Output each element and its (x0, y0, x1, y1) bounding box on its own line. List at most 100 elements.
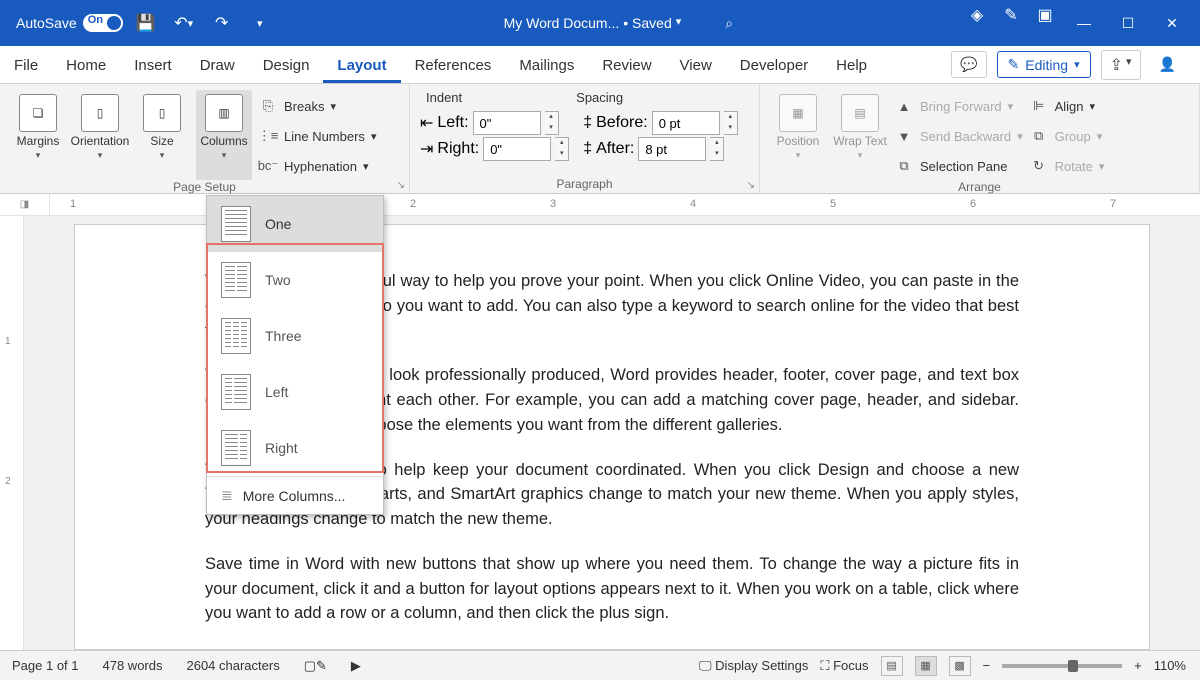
columns-option-three[interactable]: Three (207, 308, 383, 364)
paragraph[interactable]: Save time in Word with new buttons that … (205, 552, 1019, 626)
paragraph-launcher[interactable]: ↘ (747, 180, 755, 191)
spinner-icon[interactable]: ▴▾ (545, 111, 559, 135)
hyphenation-button[interactable]: bc⁻Hyphenation ▾ (258, 152, 376, 180)
breaks-icon: ⎘ (258, 98, 278, 114)
size-icon: ▯ (143, 94, 181, 132)
redo-icon[interactable]: ↷ (207, 8, 237, 38)
line-numbers-button[interactable]: ⋮≡Line Numbers ▾ (258, 122, 376, 150)
read-mode-button[interactable]: ▤ (881, 656, 903, 676)
tab-layout[interactable]: Layout (323, 47, 400, 83)
orientation-button[interactable]: ▯ Orientation▾ (72, 90, 128, 180)
breaks-button[interactable]: ⎘Breaks ▾ (258, 92, 376, 120)
page-count[interactable]: Page 1 of 1 (0, 658, 91, 673)
editing-mode-button[interactable]: ✎ Editing ▾ (997, 51, 1091, 78)
display-settings-button[interactable]: 🖵 Display Settings (699, 658, 808, 674)
ruler-tick: 4 (690, 198, 696, 210)
tab-insert[interactable]: Insert (120, 47, 186, 83)
spacing-before-field[interactable]: ‡Before:▴▾ (583, 111, 738, 135)
spinner-icon[interactable]: ▴▾ (710, 137, 724, 161)
columns-option-right[interactable]: Right (207, 420, 383, 476)
more-columns-icon: ≣ (221, 487, 233, 504)
spinner-icon[interactable]: ▴▾ (724, 111, 738, 135)
zoom-slider[interactable] (1002, 664, 1122, 668)
word-count[interactable]: 478 words (91, 658, 175, 673)
ruler-tick: 5 (830, 198, 836, 210)
send-backward-icon: ▼ (894, 129, 914, 144)
margins-button[interactable]: ❏ Margins▾ (10, 90, 66, 180)
rotate-icon: ↻ (1029, 158, 1049, 174)
autosave-toggle[interactable]: AutoSave On (16, 14, 123, 32)
coming-soon-icon[interactable]: ✎ (996, 0, 1026, 30)
arrange-group-label: Arrange (770, 180, 1189, 194)
status-bar: Page 1 of 1 478 words 2604 characters ▢✎… (0, 650, 1200, 680)
tab-references[interactable]: References (401, 47, 506, 83)
group-button: ⧉Group ▾ (1029, 122, 1105, 150)
chevron-down-icon[interactable]: ▾ (676, 15, 682, 32)
search-icon[interactable]: ⌕ (725, 15, 733, 32)
tab-developer[interactable]: Developer (726, 47, 822, 83)
selection-pane-icon: ⧉ (894, 158, 914, 174)
ruler-tick: 2 (410, 198, 416, 210)
zoom-level[interactable]: 110% (1154, 658, 1186, 673)
undo-icon[interactable]: ↶▾ (169, 8, 199, 38)
indent-right-input[interactable] (483, 137, 551, 161)
bring-forward-icon: ▲ (894, 99, 914, 114)
columns-option-one[interactable]: One (207, 196, 383, 252)
margins-icon: ❏ (19, 94, 57, 132)
saved-status: • Saved (623, 15, 672, 32)
zoom-out-button[interactable]: − (983, 658, 991, 673)
indent-right-field[interactable]: ⇥Right:▴▾ (420, 137, 569, 161)
minimize-button[interactable]: — (1064, 0, 1104, 46)
close-button[interactable]: ✕ (1152, 0, 1192, 46)
account-icon[interactable]: 👤 (1151, 52, 1184, 77)
pencil-icon: ✎ (1008, 56, 1020, 73)
tab-help[interactable]: Help (822, 47, 881, 83)
macro-icon[interactable]: ▶ (339, 658, 373, 674)
page-setup-launcher[interactable]: ↘ (397, 180, 405, 191)
maximize-button[interactable]: ☐ (1108, 0, 1148, 46)
zoom-in-button[interactable]: + (1134, 658, 1142, 673)
size-button[interactable]: ▯ Size▾ (134, 90, 190, 180)
tab-mailings[interactable]: Mailings (505, 47, 588, 83)
char-count[interactable]: 2604 characters (174, 658, 291, 673)
ruler-corner: ◨ (0, 194, 50, 215)
align-icon: ⊫ (1029, 98, 1049, 114)
wrap-label: Wrap Text (833, 134, 887, 148)
tab-home[interactable]: Home (52, 47, 120, 83)
ribbon: ❏ Margins▾ ▯ Orientation▾ ▯ Size▾ ▥ Colu… (0, 84, 1200, 194)
tab-view[interactable]: View (666, 47, 726, 83)
save-icon[interactable]: 💾 (131, 8, 161, 38)
share-button[interactable]: ⇪ ▾ (1101, 50, 1141, 80)
tab-draw[interactable]: Draw (186, 47, 249, 83)
two-column-icon (221, 262, 251, 298)
spacing-before-input[interactable] (652, 111, 720, 135)
indent-left-field[interactable]: ⇤Left:▴▾ (420, 111, 569, 135)
tab-review[interactable]: Review (588, 47, 665, 83)
toggle-icon: On (83, 14, 123, 32)
focus-button[interactable]: ⛶ Focus (820, 658, 868, 674)
web-layout-button[interactable]: ▩ (949, 656, 971, 676)
comments-button[interactable]: 💬 (951, 51, 986, 78)
columns-button[interactable]: ▥ Columns▾ (196, 90, 252, 180)
selection-pane-button[interactable]: ⧉Selection Pane (894, 152, 1023, 180)
document-title: My Word Docum... (504, 15, 620, 32)
group-icon: ⧉ (1029, 128, 1049, 144)
columns-option-left[interactable]: Left (207, 364, 383, 420)
left-column-icon (221, 374, 251, 410)
print-layout-button[interactable]: ▦ (915, 656, 937, 676)
upgrade-icon[interactable]: ◈ (962, 0, 992, 30)
align-button[interactable]: ⊫Align ▾ (1029, 92, 1105, 120)
ribbon-display-icon[interactable]: ▣ (1030, 0, 1060, 30)
tab-file[interactable]: File (0, 47, 52, 83)
tab-design[interactable]: Design (249, 47, 324, 83)
indent-left-input[interactable] (473, 111, 541, 135)
spacing-after-field[interactable]: ‡After:▴▾ (583, 137, 738, 161)
spacing-after-input[interactable] (638, 137, 706, 161)
spinner-icon[interactable]: ▴▾ (555, 137, 569, 161)
customize-qat-icon[interactable]: ▾ (245, 8, 275, 38)
spelling-icon[interactable]: ▢✎ (292, 658, 339, 674)
columns-option-two[interactable]: Two (207, 252, 383, 308)
position-icon: ▦ (779, 94, 817, 132)
chevron-down-icon: ▾ (1074, 58, 1080, 71)
more-columns-button[interactable]: ≣ More Columns... (207, 477, 383, 514)
